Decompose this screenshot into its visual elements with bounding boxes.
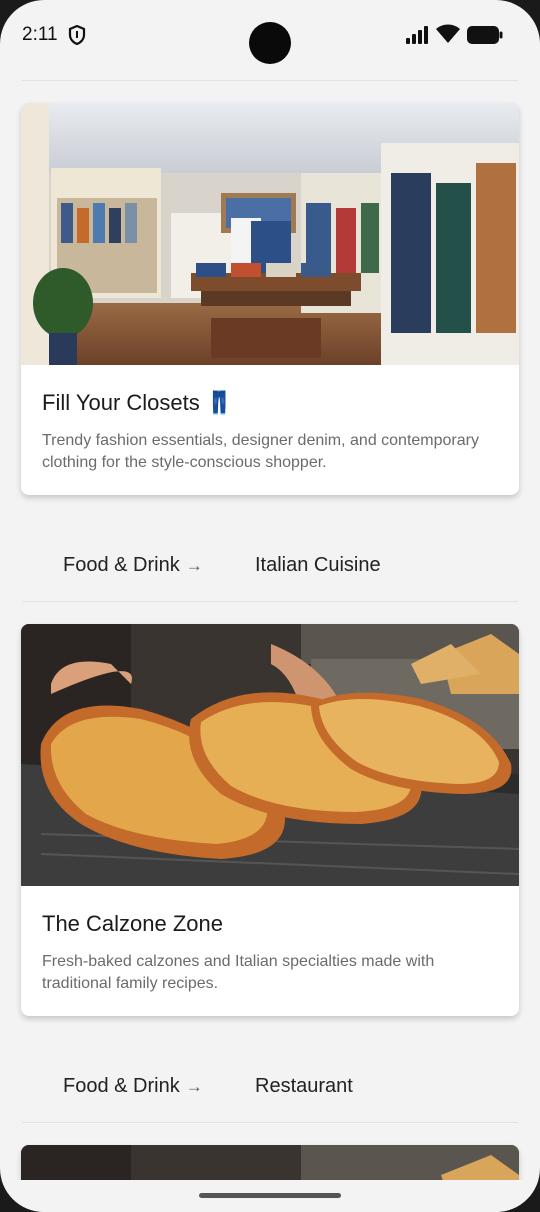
status-time: 2:11 [22, 24, 58, 45]
card-description: Trendy fashion essentials, designer deni… [42, 432, 479, 471]
status-bar: 2:11 [0, 0, 540, 70]
front-camera [249, 22, 291, 64]
divider [22, 1122, 518, 1123]
card-title: The Calzone Zone [42, 911, 223, 936]
category-row: Food & Drink → Restaurant [0, 1067, 540, 1107]
card-image-clothing-store [21, 103, 519, 365]
phone-screen: 2:11 Fill Your Closets 👖 Trendy fashion … [0, 0, 540, 1212]
category-child-link[interactable]: Italian Cuisine [255, 554, 381, 577]
arrow-right-icon: → [185, 556, 203, 575]
home-indicator[interactable] [199, 1193, 341, 1198]
signal-icon [406, 26, 428, 44]
category-row: Food & Drink → Italian Cuisine [0, 546, 540, 586]
card-title: Fill Your Closets 👖 [42, 390, 234, 415]
category-parent-link[interactable]: Food & Drink → [63, 1075, 203, 1098]
shield-icon [68, 25, 86, 45]
divider [22, 80, 518, 81]
card-description: Fresh-baked calzones and Italian special… [42, 953, 435, 992]
divider [22, 601, 518, 602]
restaurant-card[interactable]: The Calzone Zone Fresh-baked calzones an… [21, 624, 519, 1016]
store-card[interactable]: Fill Your Closets 👖 Trendy fashion essen… [21, 103, 519, 495]
category-child-link[interactable]: Restaurant [255, 1075, 353, 1098]
wifi-icon [436, 24, 460, 43]
card-image-calzones [21, 624, 519, 886]
category-parent-link[interactable]: Food & Drink → [63, 554, 203, 577]
arrow-right-icon: → [185, 1077, 203, 1096]
battery-icon [467, 26, 503, 44]
